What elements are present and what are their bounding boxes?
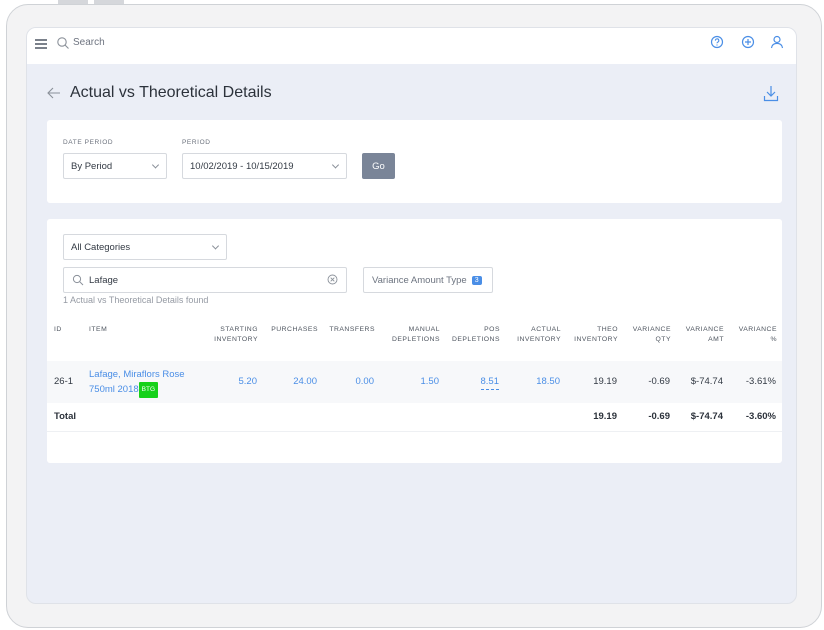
row-theo-inventory: 19.19 — [593, 376, 617, 387]
col-actual-inventory: ACTUAL INVENTORY — [517, 326, 561, 343]
col-variance-amt: VARIANCE AMT — [685, 326, 724, 343]
add-icon[interactable] — [740, 34, 756, 50]
row-manual-depletions[interactable]: 1.50 — [382, 376, 440, 387]
table-row: 26-1 Lafage, Miraflors Rose 750ml 2018 BT… — [47, 361, 782, 403]
pos-depletions-link[interactable]: 8.51 — [480, 376, 499, 390]
results-count: 1 Actual vs Theoretical Details found — [63, 295, 209, 305]
row-purchases[interactable]: 24.00 — [262, 376, 317, 387]
col-starting-inventory: STARTING INVENTORY — [214, 326, 258, 343]
results-card: All Categories Variance Amount Type 3 1 … — [47, 219, 782, 463]
chevron-down-icon — [211, 242, 220, 250]
category-value: All Categories — [71, 241, 131, 253]
go-button[interactable]: Go — [362, 153, 395, 179]
page-title: Actual vs Theoretical Details — [70, 84, 272, 101]
item-link[interactable]: Lafage, Miraflors Rose — [89, 369, 185, 380]
help-icon[interactable] — [709, 34, 725, 50]
col-purchases: PURCHASES — [271, 326, 318, 333]
back-arrow-icon[interactable] — [47, 87, 61, 99]
variance-count-badge: 3 — [471, 275, 482, 285]
user-icon[interactable] — [769, 34, 785, 50]
search-icon — [57, 37, 69, 49]
col-theo-inventory: THEO INVENTORY — [574, 326, 618, 343]
row-variance-amt: $-74.74 — [690, 376, 723, 387]
btg-tag: BTG — [138, 382, 159, 398]
col-variance-pct: VARIANCE% — [738, 326, 777, 343]
app-screen: Search Actual vs Theoretical Details DAT… — [26, 27, 797, 604]
total-variance-amt: $-74.74 — [690, 411, 723, 422]
row-item: Lafage, Miraflors Rose 750ml 2018 BTG — [89, 368, 185, 398]
search-icon — [72, 274, 84, 286]
download-icon[interactable] — [763, 85, 779, 102]
menu-icon[interactable] — [35, 39, 47, 49]
clear-search-icon[interactable] — [327, 274, 338, 285]
table-header: ID ITEM STARTING INVENTORY PURCHASES TRAN… — [47, 325, 782, 357]
row-variance-pct: -3.61% — [745, 376, 776, 387]
col-pos-depletions: POS DEPLETIONS — [451, 326, 500, 343]
item-search-input[interactable] — [89, 273, 319, 287]
row-starting-inventory[interactable]: 5.20 — [197, 376, 258, 387]
date-period-select[interactable]: By Period — [63, 153, 167, 179]
global-search-input[interactable]: Search — [73, 37, 105, 48]
date-period-label: DATE PERIOD — [63, 139, 114, 146]
table-divider — [47, 431, 782, 432]
total-label: Total — [54, 411, 76, 422]
col-item: ITEM — [89, 326, 108, 333]
table-total-row: Total 19.19 -0.69 $-74.74 -3.60% — [47, 403, 782, 431]
chevron-down-icon — [331, 161, 340, 169]
period-select[interactable]: 10/02/2019 - 10/15/2019 — [182, 153, 347, 179]
item-search-box — [63, 267, 347, 293]
col-id: ID — [54, 326, 62, 333]
col-manual-depletions: MANUAL DEPLETIONS — [391, 326, 440, 343]
period-label: PERIOD — [182, 139, 211, 146]
filter-card: DATE PERIOD By Period PERIOD 10/02/2019 … — [47, 120, 782, 203]
total-variance-qty: -0.69 — [648, 411, 670, 422]
col-variance-qty: VARIANCE QTY — [632, 326, 671, 343]
row-id: 26-1 — [54, 376, 74, 387]
chevron-down-icon — [151, 161, 160, 169]
period-value: 10/02/2019 - 10/15/2019 — [190, 160, 294, 172]
variance-amount-type-label: Variance Amount Type — [372, 274, 467, 286]
row-actual-inventory[interactable]: 18.50 — [505, 376, 560, 387]
category-select[interactable]: All Categories — [63, 234, 227, 260]
date-period-value: By Period — [71, 160, 113, 172]
row-transfers[interactable]: 0.00 — [323, 376, 375, 387]
page-header: Actual vs Theoretical Details — [47, 83, 787, 103]
top-bar: Search — [27, 28, 796, 64]
item-link-size[interactable]: 750ml 2018 — [89, 384, 139, 395]
col-transfers: TRANSFERS — [329, 326, 375, 333]
total-variance-pct: -3.60% — [745, 411, 776, 422]
variance-amount-type-button[interactable]: Variance Amount Type 3 — [363, 267, 493, 293]
row-variance-qty: -0.69 — [648, 376, 670, 387]
total-theo-inventory: 19.19 — [593, 411, 617, 422]
row-pos-depletions: 8.51 — [443, 376, 499, 390]
